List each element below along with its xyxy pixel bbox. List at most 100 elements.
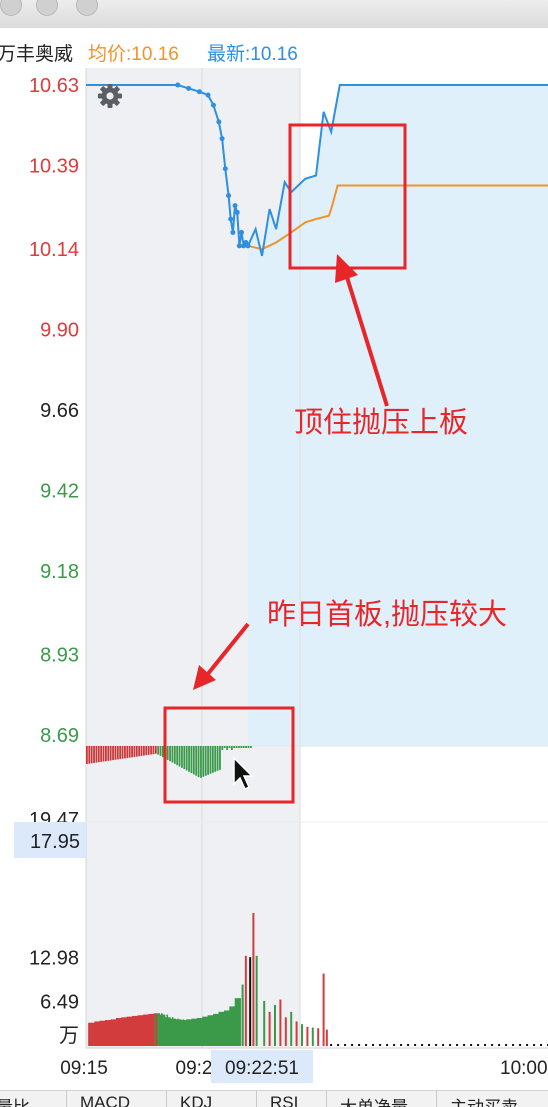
volume-bar	[155, 1013, 158, 1046]
volume-bar	[239, 998, 241, 1046]
zoom-window-button[interactable]	[76, 0, 98, 16]
pressure-bar	[171, 746, 174, 763]
volume-bar	[134, 1016, 136, 1046]
volume-bar	[139, 1015, 142, 1046]
pressure-bar	[242, 746, 245, 748]
volume-bar	[193, 1019, 196, 1046]
volume-tick-label: 12.98	[29, 947, 79, 969]
volume-empty-marker	[435, 1044, 438, 1046]
tab-separator	[66, 1091, 67, 1107]
volume-empty-marker	[540, 1044, 543, 1046]
volume-empty-marker	[449, 1044, 452, 1046]
pressure-bar	[140, 746, 143, 756]
tab-4[interactable]: 大单净量	[340, 1093, 408, 1107]
tab-5[interactable]: 主动买卖	[450, 1093, 518, 1107]
volume-bar	[117, 1019, 120, 1046]
volume-empty-marker	[358, 1044, 361, 1046]
volume-empty-marker	[484, 1044, 487, 1046]
pressure-bar	[107, 746, 110, 761]
volume-bar	[263, 1000, 266, 1046]
pressure-bar	[143, 746, 145, 756]
pressure-bar	[121, 746, 124, 759]
gear-icon[interactable]	[98, 84, 122, 108]
price-tick-label: 10.14	[29, 239, 79, 261]
volume-bar	[322, 973, 325, 1046]
volume-empty-marker	[463, 1044, 466, 1046]
volume-bar	[161, 1013, 163, 1046]
volume-bar	[107, 1020, 109, 1046]
annotation-bottom-text: 昨日首板,抛压较大	[267, 598, 507, 631]
pressure-bar	[93, 746, 95, 763]
pressure-bar	[183, 746, 186, 770]
volume-empty-marker	[519, 1044, 522, 1046]
volume-bar	[290, 1011, 293, 1046]
volume-bar	[104, 1020, 106, 1046]
latest-price-point	[186, 85, 192, 91]
pressure-bar	[88, 746, 91, 764]
volume-bar	[120, 1017, 123, 1046]
latest-price-point	[205, 92, 211, 98]
volume-bar	[152, 1013, 155, 1046]
pressure-bar	[157, 746, 160, 755]
pressure-bar	[221, 746, 224, 750]
volume-bar	[177, 1018, 179, 1046]
tab-3[interactable]: RSI	[270, 1093, 298, 1107]
tab-separator	[326, 1091, 327, 1107]
tab-separator	[166, 1091, 167, 1107]
volume-empty-marker	[470, 1044, 473, 1046]
pressure-bar	[86, 746, 88, 764]
pressure-bar	[190, 746, 193, 774]
price-tick-label: 8.69	[40, 725, 79, 747]
volume-bar	[249, 957, 252, 1046]
pressure-bar	[181, 746, 183, 768]
latest-price-point	[236, 243, 242, 249]
volume-empty-marker	[456, 1044, 459, 1046]
pressure-bar	[204, 746, 207, 776]
volume-bar	[244, 955, 247, 1046]
volume-bar	[174, 1018, 177, 1046]
volume-bar	[88, 1022, 90, 1046]
volume-bar	[311, 1027, 314, 1046]
tab-1[interactable]: MACD	[80, 1093, 130, 1107]
volume-bar	[179, 1019, 182, 1046]
tab-2[interactable]: KDJ	[180, 1093, 212, 1107]
pressure-bar	[185, 746, 188, 771]
pressure-bar	[245, 746, 247, 748]
price-axis: 10.63 10.39 10.14 9.90 9.66 9.42 9.18 8.93 8.69	[29, 75, 79, 747]
volume-empty-marker	[505, 1044, 508, 1046]
volume-bar	[171, 1017, 174, 1046]
volume-bar	[142, 1015, 144, 1046]
pressure-bar	[131, 746, 133, 758]
volume-bar	[236, 1006, 239, 1046]
volume-bar	[147, 1014, 150, 1046]
latest-price-point	[196, 89, 202, 95]
time-tick-label: 10:00	[500, 1058, 548, 1079]
volume-empty-marker	[393, 1044, 396, 1046]
pressure-bar	[145, 746, 148, 756]
pressure-bar	[100, 746, 103, 762]
latest-price-point	[228, 216, 234, 222]
volume-bar	[212, 1015, 214, 1046]
minimize-window-button[interactable]	[36, 0, 58, 16]
volume-bar	[223, 1011, 225, 1046]
volume-bar	[217, 1013, 220, 1046]
latest-price-point	[175, 82, 181, 88]
volume-bar	[150, 1014, 152, 1046]
volume-bar	[196, 1018, 198, 1046]
tab-0[interactable]: 量比	[0, 1093, 30, 1107]
average-price-label: 均价:10.16	[88, 44, 179, 65]
price-tick-label: 9.90	[40, 320, 79, 342]
intraday-chart[interactable]: 10.6310.3910.149.909.669.429.188.938.69 …	[0, 68, 548, 1083]
close-window-button[interactable]	[0, 0, 22, 16]
volume-pre-open-background	[86, 746, 300, 1048]
pressure-bar	[188, 746, 190, 772]
pressure-bar	[169, 746, 171, 762]
price-tick-label: 9.18	[40, 561, 79, 583]
latest-price-point	[230, 229, 236, 235]
pressure-bar	[235, 746, 238, 748]
volume-empty-marker	[400, 1044, 403, 1046]
volume-bar	[136, 1015, 139, 1046]
stock-name: 万丰奥威	[0, 44, 74, 65]
pressure-bar	[214, 746, 217, 772]
volume-empty-marker	[498, 1044, 501, 1046]
